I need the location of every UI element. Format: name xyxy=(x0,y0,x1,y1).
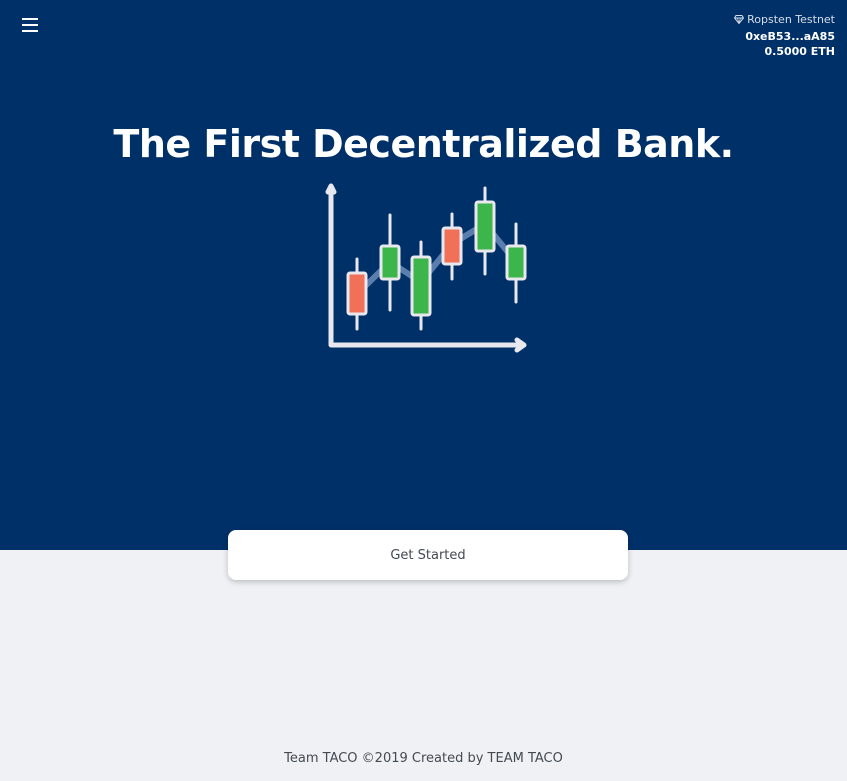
wallet-balance: 0.5000 ETH xyxy=(764,45,835,58)
candlestick-chart-icon xyxy=(322,182,534,358)
footer-text: Team TACO ©2019 Created by TEAM TACO xyxy=(284,751,563,766)
page: Ropsten Testnet 0xeB53...aA85 0.5000 ETH… xyxy=(0,0,847,781)
get-started-button[interactable]: Get Started xyxy=(228,530,628,580)
ethereum-diamond-icon xyxy=(734,13,745,29)
network-indicator: Ropsten Testnet xyxy=(734,12,835,29)
network-name: Ropsten Testnet xyxy=(747,13,835,26)
wallet-address[interactable]: 0xeB53...aA85 xyxy=(734,29,835,45)
hero-section: Ropsten Testnet 0xeB53...aA85 0.5000 ETH… xyxy=(0,0,847,550)
page-title: The First Decentralized Bank. xyxy=(113,122,734,166)
hamburger-menu-icon[interactable] xyxy=(18,14,42,36)
wallet-info: Ropsten Testnet 0xeB53...aA85 0.5000 ETH xyxy=(734,12,835,60)
